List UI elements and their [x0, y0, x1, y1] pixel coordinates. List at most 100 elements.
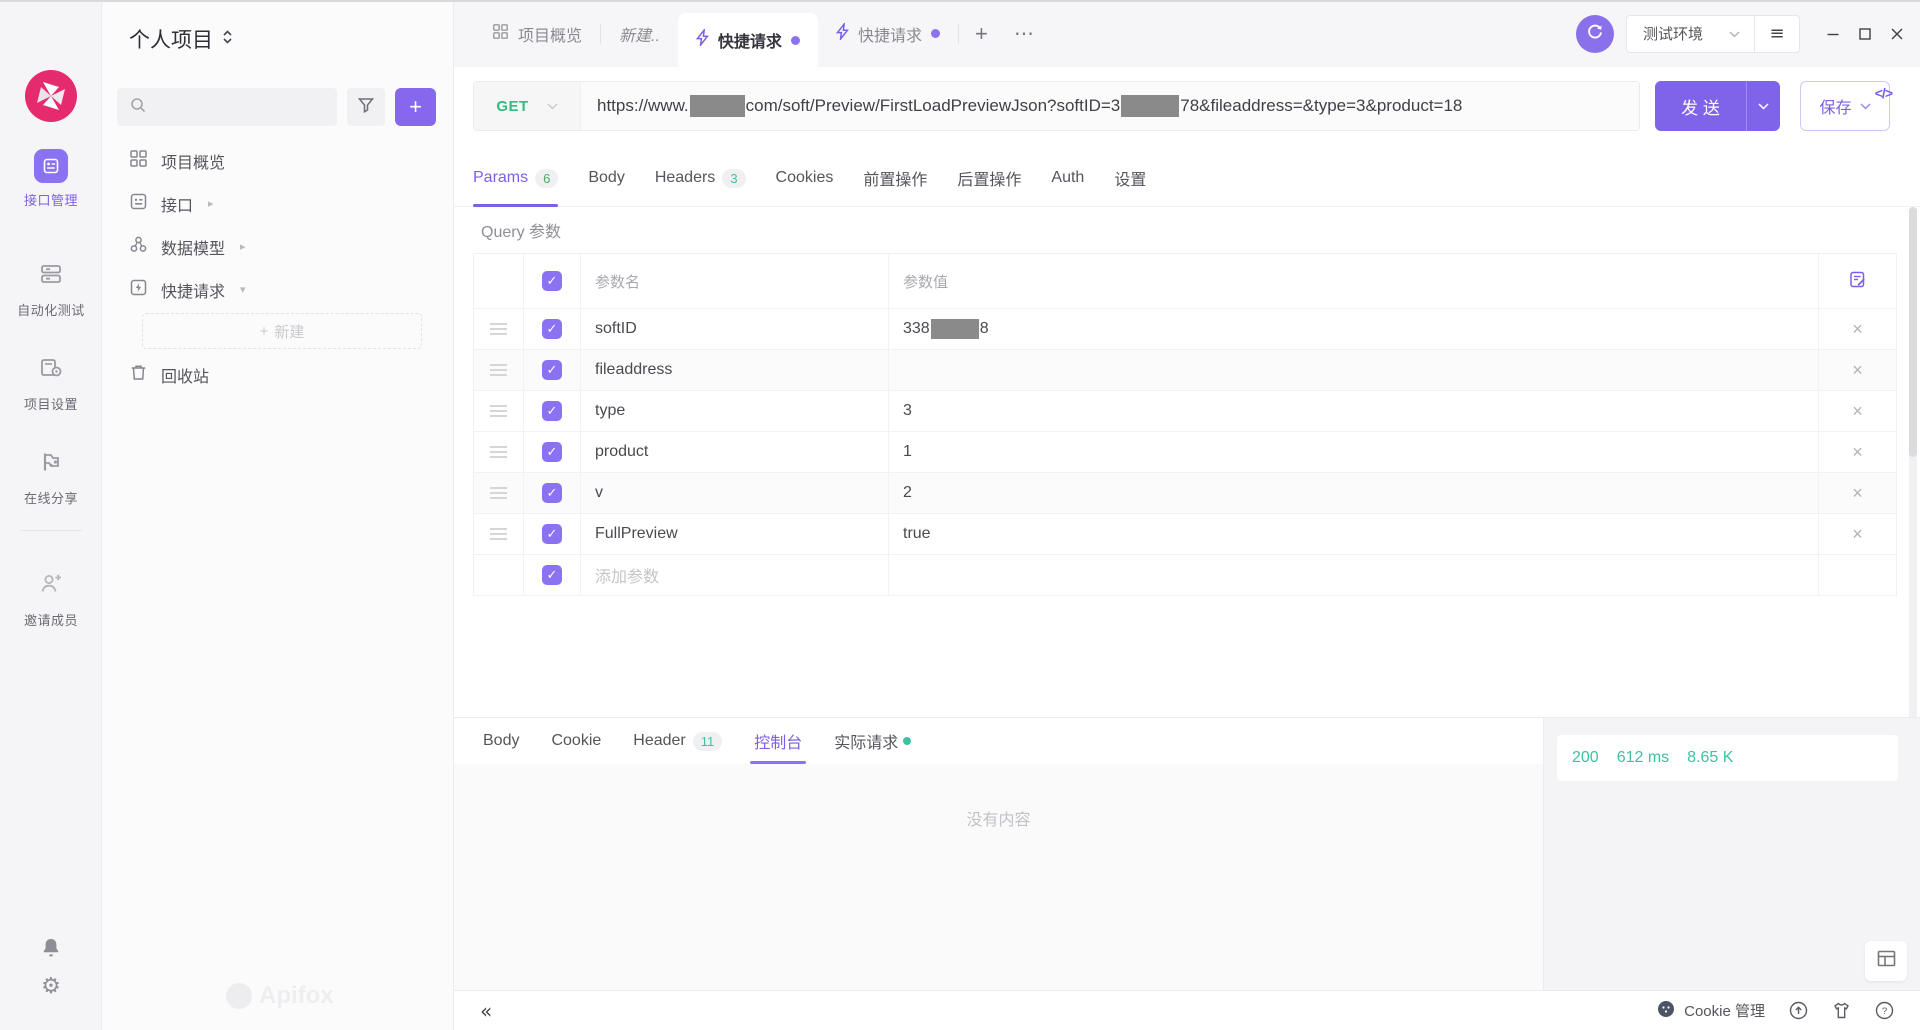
row-checkbox[interactable]: ✓ — [542, 319, 562, 339]
tab-label: 项目概览 — [518, 22, 582, 46]
sidebar-item-data-models[interactable]: 数据模型 ▸ — [102, 225, 453, 268]
apifox-logo[interactable] — [23, 68, 79, 124]
sidebar-search-row: + — [117, 88, 436, 126]
environment-select[interactable]: 测试环境 — [1627, 16, 1754, 52]
tab-cookies[interactable]: Cookies — [776, 150, 834, 206]
drag-handle[interactable] — [474, 473, 524, 513]
row-checkbox[interactable]: ✓ — [542, 442, 562, 462]
help-button[interactable]: ? — [1875, 1001, 1894, 1020]
tab-response-header[interactable]: Header 11 — [633, 718, 722, 764]
save-label: 保存 — [1819, 94, 1851, 118]
row-checkbox[interactable]: ✓ — [542, 483, 562, 503]
scrollbar-thumb[interactable] — [1909, 207, 1917, 457]
drag-handle[interactable] — [474, 514, 524, 554]
add-new-button[interactable]: + — [395, 88, 436, 126]
sidebar-item-apis[interactable]: 接口 ▸ — [102, 182, 453, 225]
project-switcher[interactable]: 个人项目 — [129, 24, 233, 54]
param-name-cell[interactable]: type — [581, 391, 889, 431]
select-all-checkbox[interactable]: ✓ — [542, 271, 562, 291]
param-value-cell[interactable]: 3388 — [889, 309, 1819, 349]
rail-item-invite-member[interactable]: 邀请成员 — [0, 568, 102, 629]
delete-row-icon[interactable]: × — [1852, 361, 1863, 379]
send-dropdown[interactable] — [1746, 81, 1780, 131]
notifications-button[interactable] — [0, 936, 102, 965]
tab-actual-request[interactable]: 实际请求 — [834, 718, 911, 764]
rail-item-online-share[interactable]: 在线分享 — [0, 446, 102, 507]
upload-button[interactable] — [1789, 1001, 1808, 1020]
tab-project-overview[interactable]: 项目概览 — [474, 0, 600, 67]
tab-post-processors[interactable]: 后置操作 — [957, 150, 1021, 206]
filter-button[interactable] — [347, 88, 385, 126]
theme-clothes-button[interactable] — [1832, 1001, 1851, 1020]
layout-toggle-button[interactable] — [1865, 941, 1907, 981]
param-value-cell[interactable]: 1 — [889, 432, 1819, 472]
sidebar-item-label: 接口 — [161, 192, 193, 216]
vertical-scrollbar[interactable] — [1909, 207, 1917, 772]
rail-item-project-settings[interactable]: 项目设置 — [0, 352, 102, 413]
tab-response-body[interactable]: Body — [483, 718, 519, 764]
param-value-cell[interactable]: 2 — [889, 473, 1819, 513]
method-select[interactable]: GET — [474, 82, 581, 130]
tab-new[interactable]: 新建.. — [601, 0, 678, 67]
send-button[interactable]: 发 送 — [1655, 81, 1780, 131]
param-name-cell[interactable]: FullPreview — [581, 514, 889, 554]
response-meta-panel: 200 612 ms 8.65 K — [1543, 717, 1920, 990]
drag-handle[interactable] — [474, 391, 524, 431]
add-value-cell[interactable] — [889, 555, 1819, 595]
close-button[interactable] — [1888, 25, 1906, 43]
tab-body[interactable]: Body — [588, 150, 624, 206]
row-checkbox[interactable]: ✓ — [542, 360, 562, 380]
tab-quick-request-2[interactable]: 快捷请求 — [818, 0, 958, 67]
delete-row-icon[interactable]: × — [1852, 402, 1863, 420]
delete-row-icon[interactable]: × — [1852, 525, 1863, 543]
delete-row-icon[interactable]: × — [1852, 484, 1863, 502]
param-value-cell[interactable]: true — [889, 514, 1819, 554]
new-request-button[interactable]: + 新建 — [142, 313, 422, 349]
row-check-cell: ✓ — [524, 391, 581, 431]
tab-quick-request-active[interactable]: 快捷请求 — [678, 13, 818, 67]
drag-handle[interactable] — [474, 432, 524, 472]
tab-settings[interactable]: 设置 — [1114, 150, 1146, 206]
code-view-icon[interactable]: </> — [1875, 85, 1892, 101]
cookie-manager-button[interactable]: Cookie 管理 — [1657, 1000, 1765, 1022]
empty-state-text: 没有内容 — [454, 806, 1543, 830]
rail-item-automation-test[interactable]: 自动化测试 — [0, 258, 102, 319]
bulk-edit-icon[interactable] — [1848, 270, 1867, 293]
sync-button[interactable] — [1576, 15, 1614, 53]
sidebar-item-quick-request[interactable]: 快捷请求 ▾ — [102, 268, 453, 311]
param-value: 1 — [903, 443, 912, 461]
settings-button[interactable]: ⚙ — [0, 976, 102, 998]
environment-menu-button[interactable]: ≡ — [1755, 16, 1799, 52]
sidebar-item-recycle-bin[interactable]: 回收站 — [102, 353, 453, 396]
maximize-button[interactable] — [1856, 25, 1874, 43]
sidebar-item-project-overview[interactable]: 项目概览 — [102, 139, 453, 182]
add-param-cell[interactable]: 添加参数 — [581, 555, 889, 595]
drag-handle[interactable] — [474, 350, 524, 390]
tab-console[interactable]: 控制台 — [754, 718, 802, 764]
new-tab-button[interactable]: + — [959, 21, 1004, 47]
param-name-cell[interactable]: softID — [581, 309, 889, 349]
param-value-cell[interactable] — [889, 350, 1819, 390]
param-name-cell[interactable]: product — [581, 432, 889, 472]
row-checkbox[interactable]: ✓ — [542, 524, 562, 544]
minimize-button[interactable] — [1824, 25, 1842, 43]
rail-item-api-management[interactable]: 接口管理 — [0, 148, 102, 209]
tab-params[interactable]: Params 6 — [473, 150, 558, 206]
tab-pre-processors[interactable]: 前置操作 — [863, 150, 927, 206]
drag-handle[interactable] — [474, 309, 524, 349]
collapse-panel-button[interactable]: « — [480, 999, 492, 1023]
tab-auth[interactable]: Auth — [1051, 150, 1084, 206]
delete-row-icon[interactable]: × — [1852, 320, 1863, 338]
search-input[interactable] — [117, 88, 337, 126]
param-name-cell[interactable]: v — [581, 473, 889, 513]
tab-overflow-menu[interactable]: ⋯ — [1004, 21, 1046, 46]
delete-row-icon[interactable]: × — [1852, 443, 1863, 461]
row-checkbox[interactable]: ✓ — [542, 401, 562, 421]
tab-response-cookie[interactable]: Cookie — [551, 718, 601, 764]
url-input[interactable]: https://www.com/soft/Preview/FirstLoadPr… — [581, 82, 1639, 130]
row-checkbox[interactable]: ✓ — [542, 565, 562, 585]
param-name-cell[interactable]: fileaddress — [581, 350, 889, 390]
param-value-cell[interactable]: 3 — [889, 391, 1819, 431]
tab-headers[interactable]: Headers 3 — [655, 150, 746, 206]
url-part: com/soft/Preview/FirstLoadPreviewJson?so… — [746, 96, 1121, 116]
